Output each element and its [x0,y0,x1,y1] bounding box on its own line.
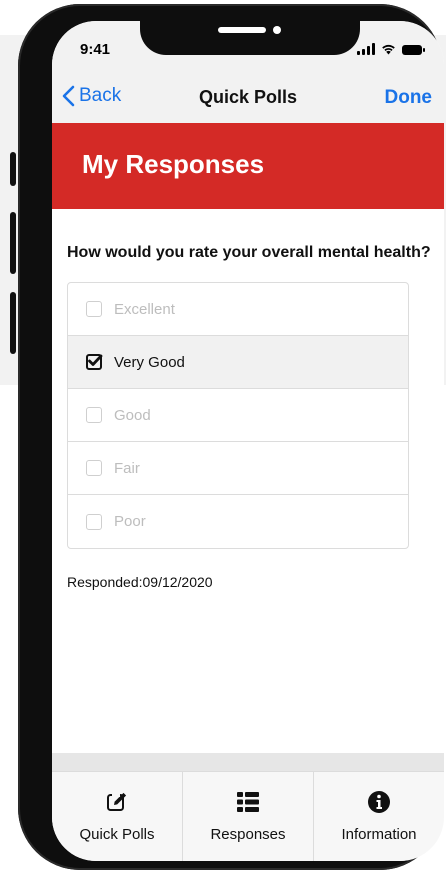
option-fair[interactable]: Fair [68,442,408,495]
status-icons [357,41,425,55]
poll-options: Excellent Very Good Good Fair Poor [67,282,409,549]
checkbox-icon [86,301,102,317]
edit-icon [107,792,127,811]
page-title: My Responses [82,149,265,179]
speaker [218,27,266,33]
phone-frame: 9:41 Back Quick Polls Done My Responses … [10,4,444,870]
option-label: Fair [114,459,140,477]
checkbox-checked-icon [86,354,103,370]
tab-label: Information [341,826,417,843]
tab-bar: Quick Polls Responses Information [52,771,444,861]
divider-band [52,753,444,771]
option-very-good[interactable]: Very Good [68,336,408,389]
option-good[interactable]: Good [68,389,408,442]
info-icon [368,791,390,813]
camera [273,26,281,34]
poll-question: How would you rate your overall mental h… [67,244,431,261]
tab-responses[interactable]: Responses [183,772,314,861]
status-time: 9:41 [80,41,111,58]
header-banner: My Responses [52,123,444,209]
mute-switch [10,152,16,186]
done-button[interactable]: Done [385,87,433,109]
responded-date: Responded:09/12/2020 [67,574,213,590]
notch [140,21,360,55]
list-icon [237,792,259,812]
option-label: Poor [114,513,146,530]
tab-label: Quick Polls [79,826,155,843]
checkbox-icon [86,407,102,423]
wifi-icon [382,44,395,55]
volume-down-button [10,292,16,354]
option-excellent[interactable]: Excellent [68,283,408,336]
option-label: Good [114,406,151,424]
option-label: Excellent [114,300,175,318]
navigation-bar: Back Quick Polls Done [52,77,444,123]
option-label: Very Good [114,353,185,371]
signal-icon [357,43,375,55]
phone-screen: 9:41 Back Quick Polls Done My Responses … [52,21,444,861]
checkbox-icon [86,513,102,530]
checkbox-icon [86,460,102,476]
tab-information[interactable]: Information [314,772,444,861]
option-poor[interactable]: Poor [68,495,408,548]
battery-icon [402,45,425,55]
tab-label: Responses [210,826,286,843]
volume-up-button [10,212,16,274]
tab-quick-polls[interactable]: Quick Polls [52,772,183,861]
